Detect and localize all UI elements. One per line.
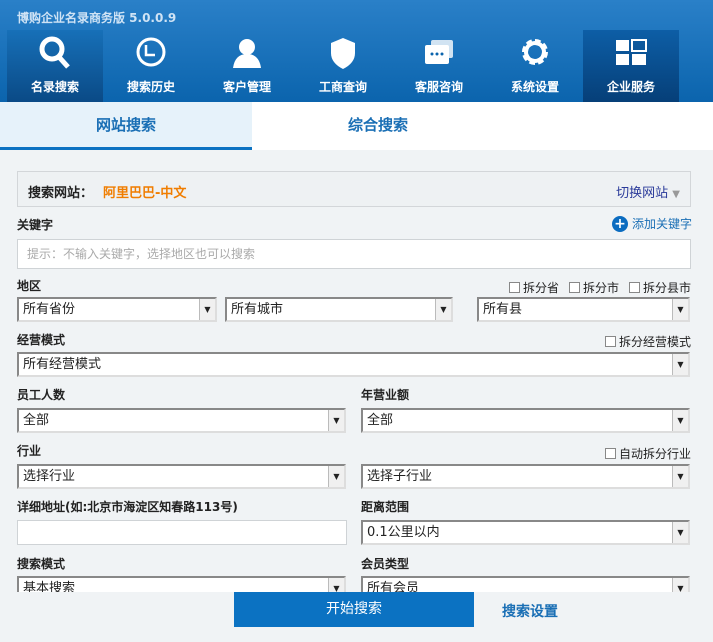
mode-label: 经营模式	[17, 333, 66, 347]
province-select[interactable]: 所有省份 ▼	[17, 297, 217, 322]
city-select[interactable]: 所有城市 ▼	[225, 297, 453, 322]
user-icon	[233, 39, 261, 68]
nav-business[interactable]: 工商查询	[295, 30, 391, 102]
search-icon	[39, 36, 70, 69]
mode-select[interactable]: 所有经营模式 ▼	[17, 352, 690, 377]
search-mode-label: 搜索模式	[17, 557, 66, 571]
nav-history[interactable]: 搜索历史	[103, 30, 199, 102]
site-selector: 搜索网站： 阿里巴巴-中文 切换网站 ▼	[17, 171, 691, 207]
industry-select[interactable]: 选择行业 ▼	[17, 464, 346, 489]
clock-icon	[136, 37, 166, 67]
address-input[interactable]	[17, 520, 347, 545]
search-settings-link[interactable]: 搜索设置	[502, 601, 558, 621]
keyword-input[interactable]: 提示：不输入关键字，选择地区也可以搜索	[17, 239, 691, 269]
nav-customers[interactable]: 客户管理	[199, 30, 295, 102]
dropdown-arrow-icon: ▼	[672, 354, 688, 375]
distance-select[interactable]: 0.1公里以内 ▼	[361, 520, 690, 545]
split-city-checkbox[interactable]: 拆分市	[569, 279, 619, 296]
nav-settings[interactable]: 系统设置	[487, 30, 583, 102]
dropdown-arrow-icon: ▼	[328, 410, 344, 431]
address-label: 详细地址(如:北京市海淀区知春路113号)	[17, 500, 238, 514]
dropdown-arrow-icon: ▼	[672, 299, 688, 320]
switch-site-button[interactable]: 切换网站 ▼	[616, 182, 680, 201]
dropdown-arrow-icon: ▼	[435, 299, 451, 320]
split-county-checkbox[interactable]: 拆分县市	[629, 279, 691, 296]
action-bar: 开始搜索 搜索设置	[0, 592, 713, 642]
dropdown-arrow-icon: ▼	[199, 299, 215, 320]
nav-search[interactable]: 名录搜索	[7, 30, 103, 102]
grid-icon	[616, 39, 647, 65]
main-nav: 名录搜索 搜索历史 客户管理 工商查询 客服咨询 系统设置 企业服务	[7, 30, 679, 102]
industry-label: 行业	[17, 444, 42, 458]
tab-website-search[interactable]: 网站搜索	[0, 102, 252, 150]
gear-icon	[522, 39, 548, 65]
auto-split-industry-checkbox[interactable]: 自动拆分行业	[605, 445, 691, 462]
county-select[interactable]: 所有县 ▼	[477, 297, 690, 322]
start-search-button[interactable]: 开始搜索	[234, 592, 474, 627]
tab-combined-search[interactable]: 综合搜索	[252, 102, 504, 150]
dropdown-arrow-icon: ▼	[672, 522, 688, 543]
revenue-label: 年营业额	[361, 388, 410, 402]
caret-down-icon: ▼	[672, 189, 680, 200]
revenue-select[interactable]: 全部 ▼	[361, 408, 690, 433]
split-province-checkbox[interactable]: 拆分省	[509, 279, 559, 296]
keyword-label: 关键字	[17, 218, 54, 232]
staff-select[interactable]: 全部 ▼	[17, 408, 346, 433]
region-label: 地区	[17, 279, 42, 293]
sub-industry-select[interactable]: 选择子行业 ▼	[361, 464, 690, 489]
plus-icon: +	[611, 215, 628, 232]
dropdown-arrow-icon: ▼	[672, 410, 688, 431]
search-tabs: 网站搜索 综合搜索	[0, 102, 713, 150]
chat-icon	[425, 40, 453, 64]
dropdown-arrow-icon: ▼	[672, 466, 688, 487]
member-label: 会员类型	[361, 557, 410, 571]
site-value: 阿里巴巴-中文	[103, 186, 187, 201]
nav-support[interactable]: 客服咨询	[391, 30, 487, 102]
split-mode-checkbox[interactable]: 拆分经营模式	[605, 333, 691, 350]
app-title: 博购企业名录商务版 5.0.0.9	[17, 11, 177, 25]
app-header: 博购企业名录商务版 5.0.0.9 名录搜索 搜索历史 客户管理 工商查询 客服…	[0, 0, 713, 102]
distance-label: 距离范围	[361, 500, 410, 514]
staff-label: 员工人数	[17, 388, 66, 402]
shield-icon	[331, 38, 355, 69]
dropdown-arrow-icon: ▼	[328, 466, 344, 487]
add-keyword-button[interactable]: + 添加关键字	[611, 215, 692, 232]
nav-enterprise[interactable]: 企业服务	[583, 30, 679, 102]
